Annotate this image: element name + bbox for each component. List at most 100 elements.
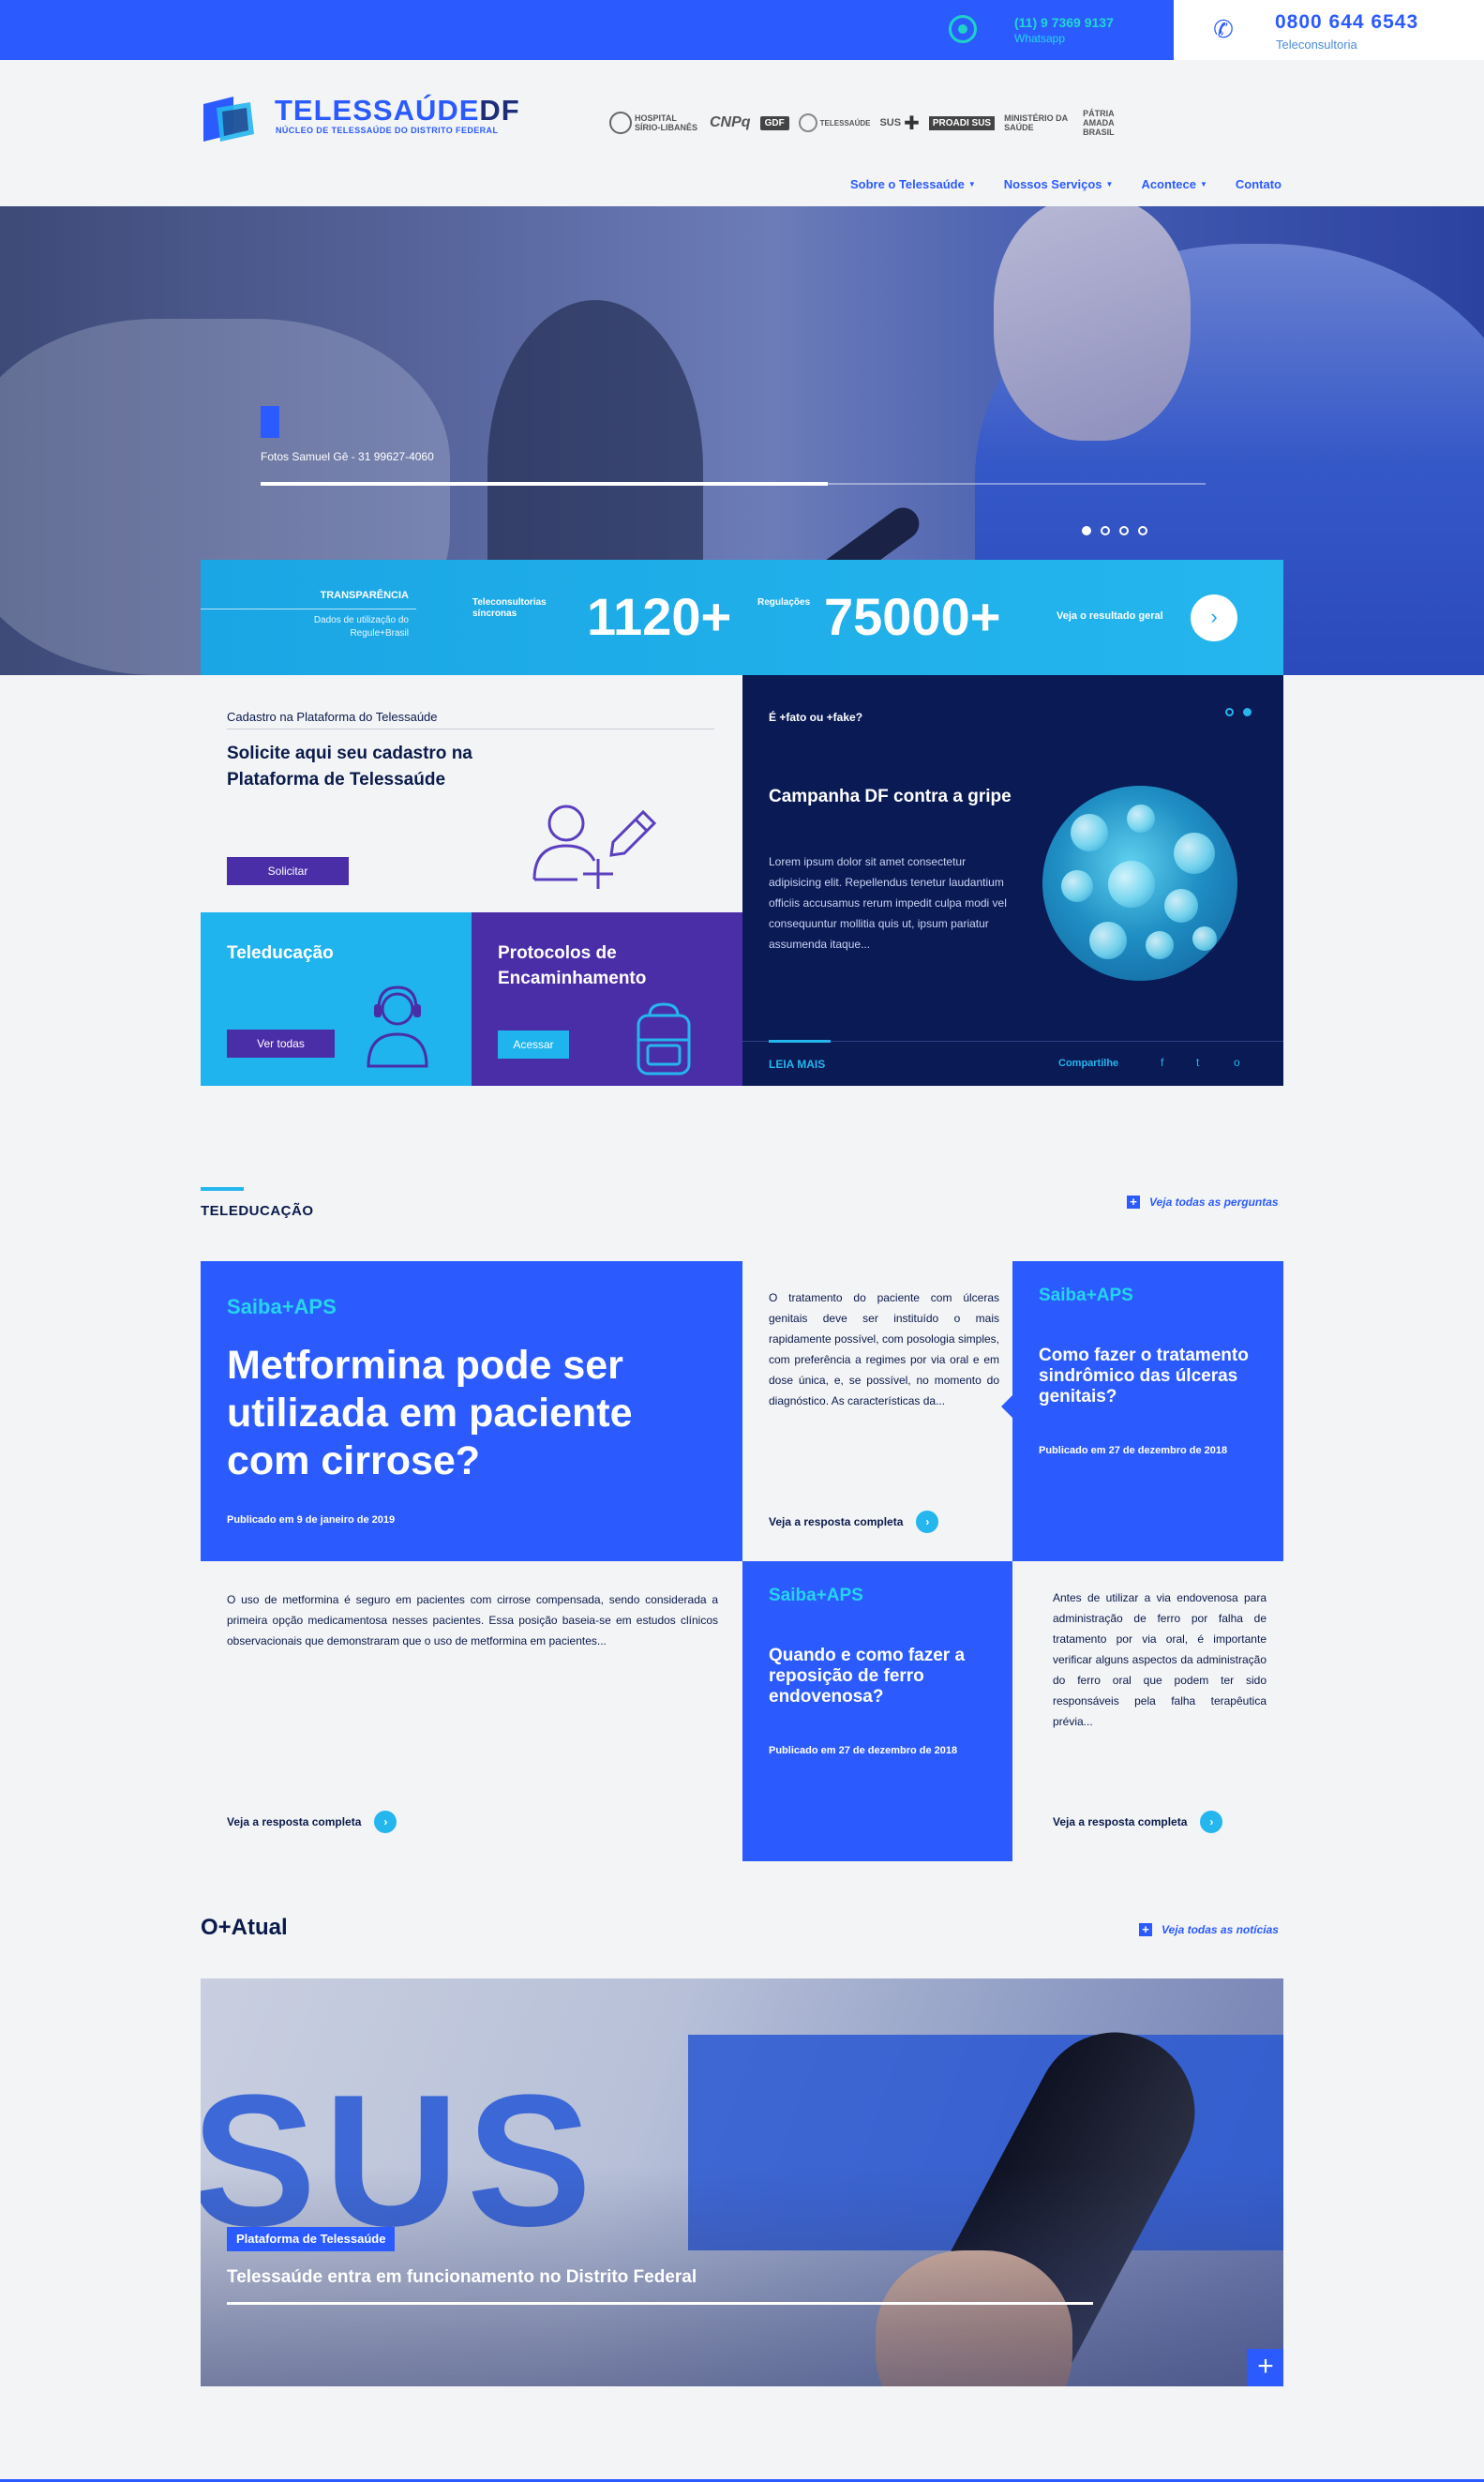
hero-progress-fill bbox=[261, 482, 828, 486]
ver-todas-button[interactable]: Ver todas bbox=[227, 1030, 335, 1058]
main-nav: Sobre o Telessaúde ▼ Nossos Serviços ▼ Aco… bbox=[850, 174, 1282, 193]
faq-card[interactable]: Saiba+APS Como fazer o tratamento sindrô… bbox=[1012, 1261, 1283, 1561]
cadastro-title: Solicite aqui seu cadastro na Plataforma… bbox=[227, 744, 472, 790]
faq-excerpt: O tratamento do paciente com úlceras gen… bbox=[769, 1291, 999, 1407]
stat-value-teleconsultorias: 1120+ bbox=[587, 587, 732, 646]
expand-plus-button[interactable]: + bbox=[1247, 2349, 1283, 2386]
faq-excerpt-panel: Antes de utilizar a via endovenosa para … bbox=[1012, 1561, 1283, 1861]
faq-excerpt-panel: O tratamento do paciente com úlceras gen… bbox=[742, 1261, 1012, 1561]
news-headline[interactable]: Telessaúde entra em funcionamento no Dis… bbox=[227, 2267, 697, 2288]
stat-label-regulacoes: Regulações bbox=[757, 597, 811, 608]
solicitar-button[interactable]: Solicitar bbox=[227, 857, 349, 885]
proadi-icon: PROADI SUS bbox=[928, 115, 996, 130]
pagination-dot[interactable] bbox=[1225, 708, 1234, 716]
nav-sobre[interactable]: Sobre o Telessaúde ▼ bbox=[850, 174, 976, 193]
instagram-icon[interactable]: o bbox=[1234, 1056, 1240, 1069]
telessaude-icon: TELESSAÚDE bbox=[798, 113, 870, 132]
faq-read-more[interactable]: Veja a resposta completa › bbox=[769, 1511, 939, 1533]
campanha-title: Campanha DF contra a gripe bbox=[769, 787, 1012, 806]
protocolos-card-title: Protocolos de Encaminhamento bbox=[498, 943, 647, 988]
backpack-icon bbox=[637, 1002, 691, 1076]
whatsapp-label: Whatsapp bbox=[1014, 32, 1066, 45]
news-tag[interactable]: Plataforma de Telessaúde bbox=[227, 2227, 396, 2251]
campanha-body: Lorem ipsum dolor sit amet consectetur a… bbox=[769, 855, 1007, 951]
share-label: Compartilhe bbox=[1058, 1058, 1119, 1069]
phone-icon: ✆ bbox=[1213, 15, 1234, 43]
faq-excerpt: Antes de utilizar a via endovenosa para … bbox=[1053, 1591, 1267, 1728]
nav-servicos[interactable]: Nossos Serviços ▼ bbox=[1004, 174, 1114, 193]
campanha-panel: É +fato ou +fake? Campanha DF contra a g… bbox=[742, 675, 1283, 1086]
transparency-title: TRANSPARÊNCIA bbox=[320, 590, 409, 601]
faq-excerpt-panel: O uso de metformina é seguro em paciente… bbox=[201, 1561, 742, 1861]
read-more-link[interactable]: LEIA MAIS bbox=[769, 1058, 825, 1071]
chevron-right-icon: › bbox=[1210, 605, 1218, 628]
hero-pagination bbox=[1082, 526, 1147, 535]
gdf-icon: GDF bbox=[759, 115, 789, 130]
see-all-news-link[interactable]: + Veja todas as notícias bbox=[1139, 1923, 1279, 1936]
twitter-icon[interactable]: t bbox=[1196, 1056, 1199, 1069]
faq-title: Quando e como fazer a reposição de ferro… bbox=[769, 1646, 966, 1707]
cadastro-label: Cadastro na Plataforma do Telessaúde bbox=[227, 710, 438, 724]
atual-section-title: O+Atual bbox=[201, 1915, 288, 1940]
teleducacao-card-title: Teleducação bbox=[227, 943, 334, 963]
ministerio-icon: MINISTÉRIO DA SAÚDE bbox=[1004, 113, 1068, 132]
chevron-down-icon: ▼ bbox=[1105, 179, 1114, 188]
teleducacao-card: Teleducação Ver todas bbox=[201, 912, 472, 1086]
nav-acontece[interactable]: Acontece ▼ bbox=[1141, 174, 1207, 193]
logo-subtitle: NÚCLEO DE TELESSAÚDE DO DISTRITO FEDERAL bbox=[276, 126, 499, 135]
facebook-icon[interactable]: f bbox=[1161, 1056, 1163, 1069]
faq-excerpt: O uso de metformina é seguro em paciente… bbox=[227, 1593, 718, 1647]
chevron-down-icon: ▼ bbox=[1199, 179, 1207, 188]
news-feature-card[interactable]: SUS Plataforma de Telessaúde Telessaúde … bbox=[201, 1978, 1283, 2386]
hero-accent bbox=[261, 406, 279, 438]
arrow-right-icon: › bbox=[374, 1811, 397, 1833]
logo-title[interactable]: TELESSAÚDEDF bbox=[275, 94, 520, 128]
hero-caption: Fotos Samuel Gê - 31 99627-4060 bbox=[261, 450, 434, 463]
divider bbox=[227, 729, 714, 730]
arrow-right-icon: › bbox=[916, 1511, 939, 1533]
hospital-seal-icon: HOSPITAL SÍRIO-LIBANÊS bbox=[609, 112, 700, 134]
pagination-dot[interactable] bbox=[1119, 526, 1129, 535]
telessaude-logo-icon[interactable] bbox=[200, 91, 258, 149]
stats-bar: TRANSPARÊNCIA Dados de utilização do Reg… bbox=[201, 560, 1283, 675]
faq-read-more[interactable]: Veja a resposta completa › bbox=[227, 1811, 397, 1833]
faq-date: Publicado em 27 de dezembro de 2018 bbox=[1039, 1445, 1228, 1456]
fato-fake-label: É +fato ou +fake? bbox=[769, 711, 863, 724]
results-arrow-button[interactable]: › bbox=[1191, 594, 1237, 641]
faq-category: Saiba+APS bbox=[1039, 1286, 1133, 1305]
whatsapp-icon[interactable] bbox=[949, 15, 977, 43]
pagination-dot[interactable] bbox=[1138, 526, 1147, 535]
see-all-questions-link[interactable]: + Veja todas as perguntas bbox=[1127, 1196, 1279, 1209]
pagination-dot[interactable] bbox=[1101, 526, 1110, 535]
stat-value-regulacoes: 75000+ bbox=[824, 587, 1001, 646]
partner-logos: HOSPITAL SÍRIO-LIBANÊS CNPq GDF TELESSAÚ… bbox=[609, 107, 1139, 139]
faq-date: Publicado em 9 de janeiro de 2019 bbox=[227, 1514, 396, 1526]
protocolos-card: Protocolos de Encaminhamento Acessar bbox=[472, 912, 742, 1086]
section-accent bbox=[201, 1187, 244, 1191]
virus-illustration bbox=[1042, 786, 1237, 981]
whatsapp-number[interactable]: (11) 9 7369 9137 bbox=[1014, 15, 1114, 30]
add-user-edit-icon bbox=[532, 805, 657, 889]
faq-title: Como fazer o tratamento sindrômico das ú… bbox=[1039, 1346, 1249, 1406]
pagination-dot-active[interactable] bbox=[1243, 708, 1252, 716]
accent-line bbox=[769, 1040, 831, 1043]
nav-contato[interactable]: Contato bbox=[1236, 174, 1282, 193]
faq-card[interactable]: Saiba+APS Quando e como fazer a reposiçã… bbox=[742, 1561, 1012, 1861]
pagination-dot-active[interactable] bbox=[1082, 526, 1091, 535]
headset-user-icon bbox=[367, 985, 428, 1068]
acessar-button[interactable]: Acessar bbox=[498, 1030, 569, 1059]
pointer-arrow bbox=[1001, 1395, 1012, 1418]
teleducacao-section-title: TELEDUCAÇÃO bbox=[201, 1203, 314, 1219]
transparency-subtitle: Dados de utilização do Regule+Brasil bbox=[313, 615, 409, 639]
results-link[interactable]: Veja o resultado geral bbox=[1057, 610, 1163, 622]
arrow-right-icon: › bbox=[1200, 1811, 1223, 1833]
faq-category: Saiba+APS bbox=[769, 1586, 863, 1605]
plus-icon: + bbox=[1139, 1923, 1152, 1936]
stat-label-teleconsultorias: Teleconsultorias síncronas bbox=[472, 597, 547, 619]
teleconsultoria-phone[interactable]: 0800 644 6543 bbox=[1275, 11, 1418, 34]
teleconsultoria-label: Teleconsultoria bbox=[1276, 38, 1357, 52]
cadastro-panel: Cadastro na Plataforma do Telessaúde Sol… bbox=[201, 675, 742, 912]
faq-card-featured[interactable]: Saiba+APS Metformina pode ser utilizada … bbox=[201, 1261, 742, 1561]
faq-read-more[interactable]: Veja a resposta completa › bbox=[1053, 1811, 1223, 1833]
sus-cross-icon: SUS ✚ bbox=[879, 113, 920, 134]
